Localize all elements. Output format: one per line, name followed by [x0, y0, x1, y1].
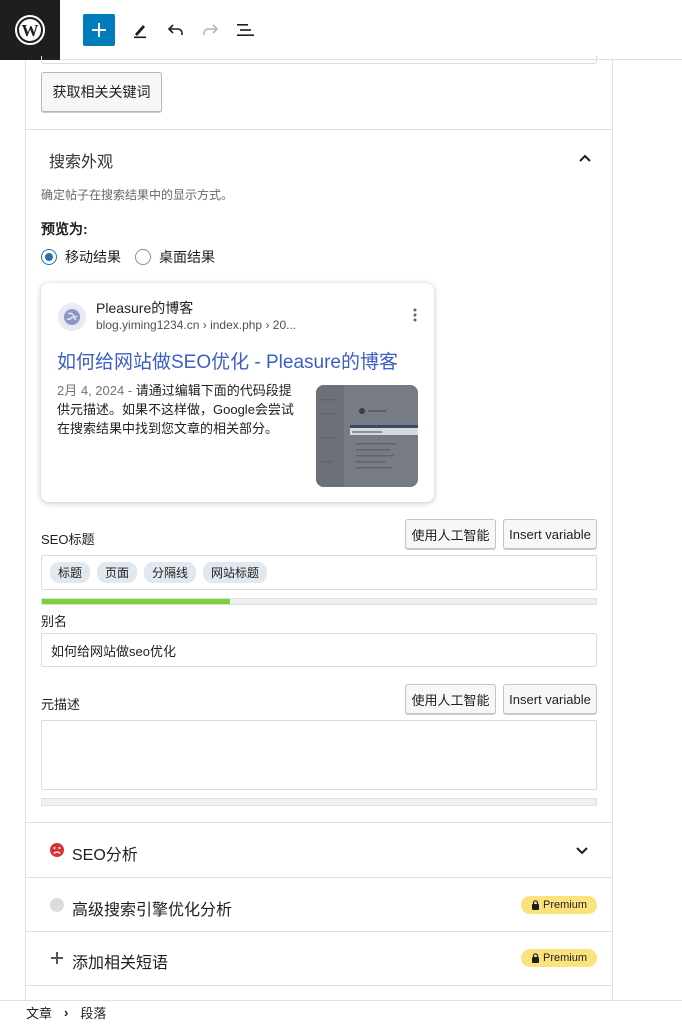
svg-text:W: W [22, 21, 39, 40]
seo-analysis-section-toggle[interactable]: SEO分析 [26, 823, 612, 877]
more-options-button[interactable] [409, 307, 421, 323]
variable-chip[interactable]: 网站标题 [203, 562, 268, 583]
breadcrumb-item-paragraph[interactable]: 段落 [80, 1003, 106, 1022]
meta-description-insert-variable-button[interactable]: Insert variable [503, 684, 597, 714]
seo-title-length-progress [41, 598, 597, 605]
breadcrumb-item-post[interactable]: 文章 [26, 1003, 52, 1022]
meta-description-input[interactable] [41, 720, 597, 790]
meta-description-ai-button[interactable]: 使用人工智能 [405, 684, 496, 714]
seo-title-label: SEO标题 [41, 532, 95, 547]
pencil-icon [134, 25, 146, 39]
redo-icon [203, 24, 219, 35]
meta-description-label: 元描述 [41, 697, 81, 712]
seo-title-ai-button[interactable]: 使用人工智能 [405, 519, 496, 549]
preview-site-name: Pleasure的博客 [96, 300, 194, 316]
chevron-right-icon: › [64, 1005, 69, 1020]
sad-face-icon [49, 842, 65, 858]
seo-title-input[interactable]: 标题 页面 分隔线 网站标题 [41, 555, 597, 590]
chevron-up-icon [579, 154, 591, 162]
variable-chip[interactable]: 标题 [50, 562, 91, 583]
preview-date: 2月 4, 2024 [57, 383, 125, 398]
add-block-button[interactable] [83, 14, 115, 46]
focus-keyphrase-input[interactable] [41, 56, 597, 64]
lock-icon [531, 953, 539, 963]
wordpress-logo-button[interactable]: W [0, 0, 60, 60]
add-related-phrases-section[interactable]: 添加相关短语 Premium [26, 932, 612, 986]
seo-analysis-title: SEO分析 [72, 847, 138, 864]
redo-button[interactable] [194, 14, 226, 46]
circle-icon [49, 897, 65, 913]
advanced-seo-analysis-title: 高级搜索引擎优化分析 [72, 902, 233, 919]
divider [25, 129, 613, 130]
radio-mobile-result[interactable]: 移动结果 [41, 247, 121, 267]
search-appearance-title[interactable]: 搜索外观 [49, 148, 113, 172]
kebab-menu-icon [413, 308, 417, 322]
preview-url: blog.yiming1234.cn › index.php › 20... [96, 318, 297, 332]
search-appearance-description: 确定帖子在搜索结果中的显示方式。 [41, 188, 234, 202]
add-related-phrases-title: 添加相关短语 [72, 955, 169, 972]
preview-thumbnail [316, 385, 418, 487]
premium-label: Premium [542, 952, 587, 964]
variable-chip[interactable]: 页面 [97, 562, 138, 583]
radio-label: 桌面结果 [159, 249, 215, 265]
list-view-icon [237, 24, 254, 36]
globe-icon [64, 309, 80, 325]
site-favicon [58, 303, 86, 331]
lock-icon [531, 900, 539, 910]
preview-date-separator: - [124, 383, 136, 398]
seo-title-insert-variable-button[interactable]: Insert variable [503, 519, 597, 549]
variable-chip[interactable]: 分隔线 [144, 562, 197, 583]
editor-canvas-edge [613, 60, 682, 1000]
divider [25, 985, 613, 986]
undo-button[interactable] [160, 14, 192, 46]
slug-input[interactable]: 如何给网站做seo优化 [41, 633, 597, 667]
preview-title[interactable]: 如何给网站做SEO优化 - Pleasure的博客 [57, 347, 398, 374]
radio-label: 移动结果 [65, 249, 121, 265]
undo-icon [167, 24, 183, 35]
preview-snippet: 2月 4, 2024 - 请通过编辑下面的代码段提供元描述。如果不这样做，Goo… [57, 381, 301, 438]
plus-icon [49, 950, 65, 966]
radio-button-selected[interactable] [41, 249, 57, 265]
premium-badge: Premium [521, 949, 597, 967]
block-breadcrumb: 文章 › 段落 [0, 1000, 682, 1024]
slug-label: 别名 [41, 614, 68, 629]
progress-fill [42, 599, 231, 604]
radio-button[interactable] [135, 249, 151, 265]
chevron-down-icon [575, 843, 589, 861]
premium-label: Premium [542, 899, 587, 911]
wordpress-icon: W [15, 15, 45, 45]
meta-description-length-progress [41, 798, 597, 806]
get-related-keyphrases-button[interactable]: 获取相关关键词 [41, 72, 162, 112]
thumbnail-image [316, 385, 418, 487]
plus-icon [92, 23, 106, 37]
list-view-button[interactable] [230, 14, 262, 46]
advanced-seo-analysis-section[interactable]: 高级搜索引擎优化分析 Premium [26, 878, 612, 932]
editor-toolbar: W [0, 0, 682, 60]
preview-as-label: 预览为: [41, 221, 88, 237]
google-preview-card: Pleasure的博客 blog.yiming1234.cn › index.p… [41, 283, 434, 502]
radio-desktop-result[interactable]: 桌面结果 [135, 247, 215, 267]
premium-badge: Premium [521, 896, 597, 914]
collapse-button[interactable] [574, 148, 596, 168]
tools-button[interactable] [124, 14, 156, 46]
